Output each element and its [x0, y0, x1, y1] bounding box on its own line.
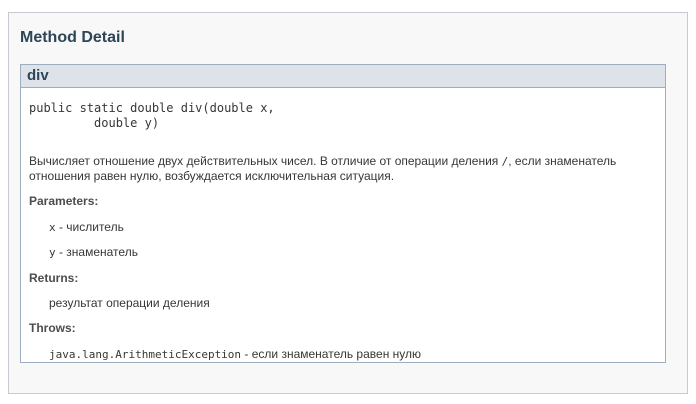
parameter-name: x [49, 221, 56, 234]
throws-item: java.lang.ArithmeticException - если зна… [49, 347, 421, 361]
parameter-item: x - числитель [49, 220, 124, 234]
section-title: Method Detail [20, 29, 125, 46]
signature-line-2: double y) [29, 116, 160, 130]
parameter-desc: - числитель [55, 220, 124, 234]
parameters-label: Parameters: [29, 194, 99, 208]
signature-line-1: public static double div(double x, [29, 101, 275, 115]
parameter-name: y [49, 246, 56, 259]
throws-label: Throws: [29, 321, 76, 335]
method-signature: public static double div(double x, doubl… [29, 101, 275, 131]
method-description: Вычисляет отношение двух действительных … [29, 154, 659, 184]
exception-desc: - если знаменатель равен нулю [241, 347, 422, 361]
returns-text: результат операции деления [49, 296, 210, 310]
exception-name: java.lang.ArithmeticException [49, 348, 242, 361]
parameter-item: y - знаменатель [49, 245, 138, 259]
method-block: div public static double div(double x, d… [20, 64, 666, 363]
returns-label: Returns: [29, 271, 79, 285]
description-text-1: Вычисляет отношение двух действительных … [29, 154, 502, 168]
parameter-desc: - знаменатель [55, 245, 138, 259]
method-name-header: div [21, 65, 665, 88]
method-detail-panel: Method Detail div public static double d… [8, 12, 688, 394]
